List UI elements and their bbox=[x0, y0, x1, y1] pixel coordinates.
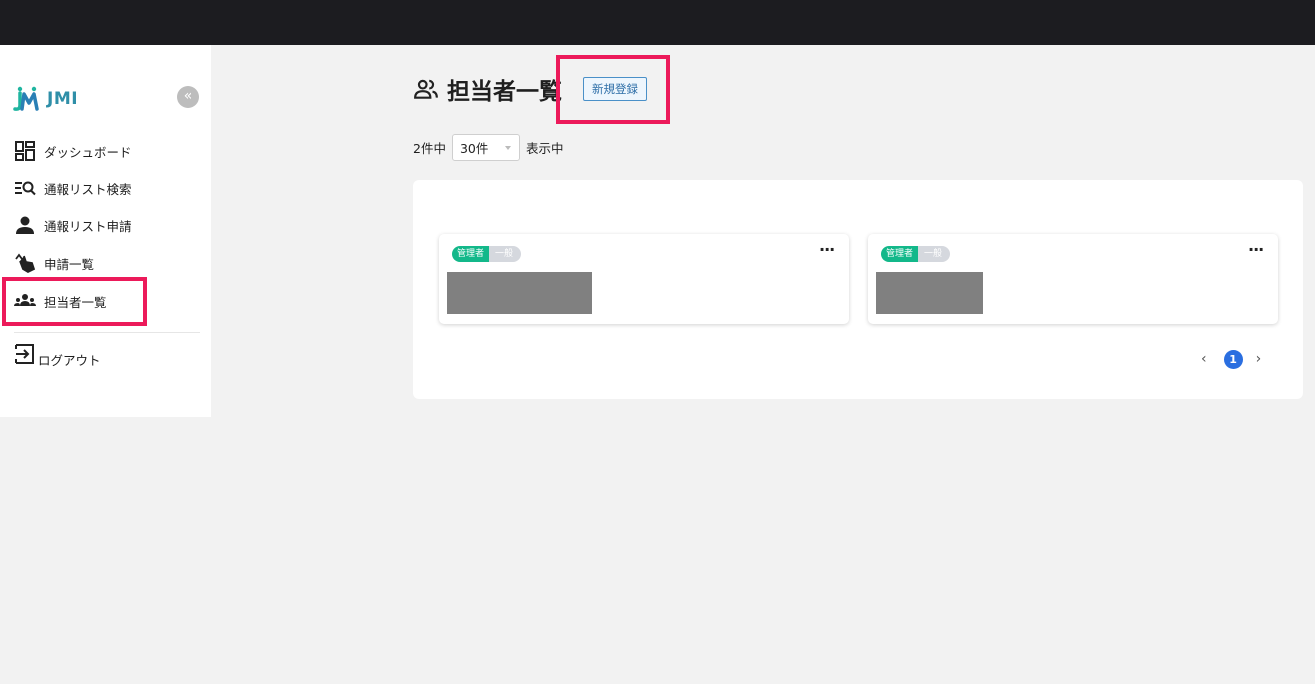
logout-icon bbox=[14, 343, 36, 365]
more-menu-icon[interactable]: ··· bbox=[1248, 240, 1264, 259]
sidebar-item-label: ダッシュボード bbox=[44, 144, 132, 160]
top-bar bbox=[0, 0, 1315, 45]
per-page-value: 30件 bbox=[459, 140, 489, 156]
dashboard-icon bbox=[14, 140, 36, 162]
staff-card[interactable]: 管理者 一般 ··· bbox=[868, 234, 1278, 324]
sidebar: JMI « ダッシュボード 通報リスト検索 通報リスト申請 申請一覧 担当者一覧… bbox=[0, 45, 211, 417]
new-registration-button[interactable]: 新規登録 bbox=[583, 77, 647, 101]
sidebar-item-label: 担当者一覧 bbox=[44, 294, 107, 310]
sidebar-item-label: 通報リスト申請 bbox=[44, 218, 132, 234]
group-icon bbox=[414, 79, 438, 99]
collapse-sidebar-button[interactable]: « bbox=[177, 86, 199, 108]
sidebar-item-dashboard[interactable]: ダッシュボード bbox=[14, 139, 132, 163]
sidebar-item-applications[interactable]: 申請一覧 bbox=[14, 251, 94, 275]
page-title: 担当者一覧 bbox=[447, 79, 562, 105]
prev-page-button[interactable]: ‹ bbox=[1201, 351, 1207, 367]
count-row: 2件中 30件 表示中 bbox=[413, 133, 563, 161]
badge-admin: 管理者 bbox=[452, 246, 490, 262]
badge-general: 一般 bbox=[489, 246, 522, 262]
pagination: ‹ 1 › bbox=[1201, 348, 1261, 370]
list-search-icon bbox=[14, 177, 36, 199]
group-icon bbox=[14, 290, 36, 312]
sidebar-divider bbox=[14, 332, 200, 333]
page-header: 担当者一覧 bbox=[413, 72, 562, 106]
sidebar-item-staff-list[interactable]: 担当者一覧 bbox=[14, 289, 107, 313]
next-page-button[interactable]: › bbox=[1256, 351, 1262, 367]
logout-button[interactable]: ログアウト bbox=[14, 343, 101, 369]
caret-down-icon bbox=[504, 145, 511, 150]
logo-text: JMI bbox=[47, 89, 79, 109]
page-1-button[interactable]: 1 bbox=[1223, 349, 1243, 369]
role-badges: 管理者 一般 bbox=[881, 246, 951, 262]
sidebar-item-label: 通報リスト検索 bbox=[44, 181, 132, 197]
jmi-logo-icon bbox=[13, 86, 39, 111]
badge-general: 一般 bbox=[918, 246, 951, 262]
logout-label: ログアウト bbox=[38, 353, 101, 368]
person-icon bbox=[14, 214, 36, 236]
badge-admin: 管理者 bbox=[881, 246, 919, 262]
per-page-select[interactable]: 30件 bbox=[451, 133, 520, 161]
more-menu-icon[interactable]: ··· bbox=[819, 240, 835, 259]
count-suffix: 表示中 bbox=[525, 140, 564, 156]
staff-list-panel: 管理者 一般 ··· 管理者 一般 ··· ‹ 1 › bbox=[413, 180, 1303, 399]
app-logo[interactable]: JMI bbox=[13, 85, 78, 113]
sidebar-item-label: 申請一覧 bbox=[44, 256, 95, 272]
staff-card[interactable]: 管理者 一般 ··· bbox=[439, 234, 849, 324]
sidebar-item-list-apply[interactable]: 通報リスト申請 bbox=[14, 213, 132, 237]
count-prefix: 2件中 bbox=[413, 140, 446, 156]
role-badges: 管理者 一般 bbox=[452, 246, 522, 262]
redacted-info bbox=[447, 272, 592, 314]
tap-hand-icon bbox=[14, 252, 36, 274]
redacted-info bbox=[876, 272, 983, 314]
sidebar-item-list-search[interactable]: 通報リスト検索 bbox=[14, 176, 132, 200]
